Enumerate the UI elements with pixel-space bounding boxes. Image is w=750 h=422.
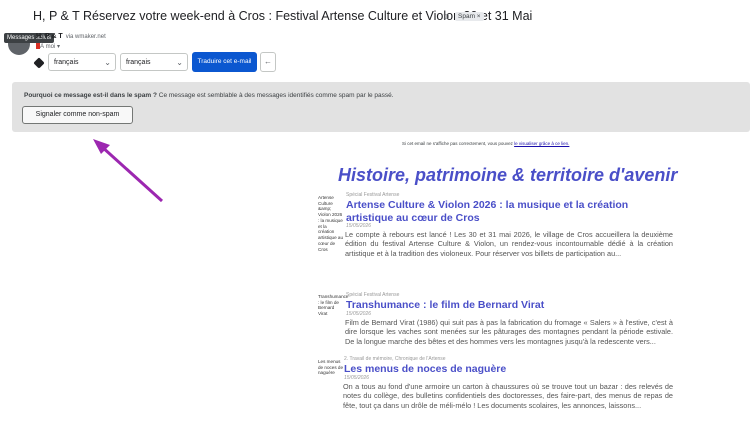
target-language-select[interactable]: français ⌄ <box>120 53 188 71</box>
sender-address: via wmaker.net <box>65 34 106 40</box>
source-language-value: français <box>54 59 79 66</box>
sender-name: H, P & T <box>36 33 63 40</box>
article-thumbnail[interactable]: Les menus de noces de naguère <box>318 359 344 376</box>
article-thumbnail[interactable]: Artense Culture &amp; Violon 2026 : la m… <box>318 195 344 252</box>
article-excerpt: On a tous au fond d'une armoire un carto… <box>343 382 673 410</box>
source-language-select[interactable]: français ⌄ <box>48 53 116 71</box>
article-excerpt: Film de Bernard Virat (1986) qui suit pa… <box>345 318 673 346</box>
label-icon[interactable]: ⊃ <box>443 12 450 21</box>
report-not-spam-button[interactable]: Signaler comme non-spam <box>22 106 133 124</box>
target-language-value: français <box>126 59 151 66</box>
arrow-left-icon[interactable]: ← <box>260 52 276 72</box>
view-in-browser-link[interactable]: le visualiser grâce à ce lien. <box>514 141 569 146</box>
sender: H, P & Tvia wmaker.net <box>36 33 106 40</box>
translate-button[interactable]: Traduire cet e-mail <box>192 52 257 72</box>
article-title-link[interactable]: Artense Culture & Violon 2026 : la musiq… <box>346 199 676 225</box>
newsletter-heading: Histoire, patrimoine & territoire d'aven… <box>338 165 678 185</box>
chevron-down-icon: ⌄ <box>176 58 183 67</box>
article-date: 15/05/2026 <box>346 223 372 229</box>
chevron-down-icon: ⌄ <box>104 58 111 67</box>
article-category[interactable]: Spécial Festival Artense <box>346 192 399 198</box>
article-category[interactable]: 2. Travail de mémoire, Chronique de l'Ar… <box>344 356 446 362</box>
view-in-browser-line: Si cet email ne s'affiche pas correcteme… <box>402 141 569 146</box>
recipient-dropdown[interactable]: À moi ▾ <box>40 43 60 50</box>
article-title-link[interactable]: Transhumance : le film de Bernard Virat <box>346 299 544 312</box>
translate-icon <box>33 57 45 69</box>
spam-question: Pourquoi ce message est-il dans le spam … <box>24 92 157 99</box>
article-category[interactable]: Spécial Festival Artense <box>346 292 399 298</box>
article-thumbnail[interactable]: Transhumance : le film de Bernard Virat <box>318 294 348 317</box>
article-date: 15/05/2026 <box>344 375 370 381</box>
article-date: 15/05/2026 <box>346 311 372 317</box>
article-excerpt: Le compte à rebours est lancé ! Les 30 e… <box>345 230 673 258</box>
spam-label-chip[interactable]: Spam × <box>455 12 484 21</box>
spam-reason-text: Pourquoi ce message est-il dans le spam … <box>24 92 394 99</box>
view-in-browser-text: Si cet email ne s'affiche pas correcteme… <box>402 141 513 146</box>
spam-explanation: Ce message est semblable à des messages … <box>158 92 394 99</box>
